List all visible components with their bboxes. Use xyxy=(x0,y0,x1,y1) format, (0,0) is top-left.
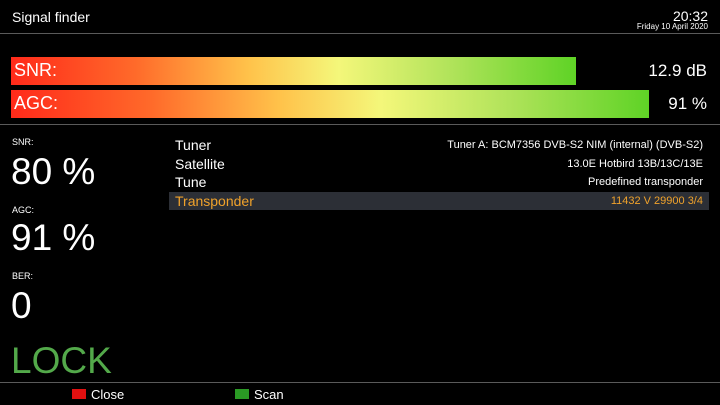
snr-bar: SNR: 12.9 dB xyxy=(11,57,708,85)
info-label: Tune xyxy=(175,174,207,190)
scan-key-label: Scan xyxy=(254,386,284,402)
scan-key[interactable]: Scan xyxy=(235,386,284,402)
agc-bar-fill xyxy=(11,90,649,118)
info-value: 13.0E Hotbird 13B/13C/13E xyxy=(567,157,703,170)
clock-date: Friday 10 April 2020 xyxy=(636,22,708,31)
info-label: Satellite xyxy=(175,155,225,172)
header-divider xyxy=(0,33,720,34)
tuning-info-list: Tuner Tuner A: BCM7356 DVB-S2 NIM (inter… xyxy=(169,136,709,210)
close-key[interactable]: Close xyxy=(72,386,125,402)
snr-bar-label: SNR: xyxy=(14,60,58,80)
green-key-icon xyxy=(235,389,249,399)
screen-title: Signal finder xyxy=(12,9,90,25)
info-label: Transponder xyxy=(175,192,254,209)
ber-metric-label: BER: xyxy=(12,271,34,281)
info-row-tuner[interactable]: Tuner Tuner A: BCM7356 DVB-S2 NIM (inter… xyxy=(169,136,709,155)
lock-status: LOCK xyxy=(11,340,112,381)
snr-metric-label: SNR: xyxy=(12,137,34,147)
red-key-icon xyxy=(72,389,86,399)
snr-bar-fill xyxy=(11,57,576,85)
info-value: 11432 V 29900 3/4 xyxy=(610,194,703,207)
footer-keys: Close Scan xyxy=(0,382,720,405)
info-row-satellite[interactable]: Satellite 13.0E Hotbird 13B/13C/13E xyxy=(169,155,709,174)
agc-bar: AGC: 91 % xyxy=(11,90,708,118)
bars-divider xyxy=(0,124,720,125)
signal-finder-screen: Signal finder 20:32 Friday 10 April 2020… xyxy=(0,0,720,405)
agc-bar-value: 91 % xyxy=(668,94,707,113)
info-row-transponder[interactable]: Transponder 11432 V 29900 3/4 xyxy=(169,191,709,210)
snr-metric-value: 80 % xyxy=(11,151,96,192)
info-row-tune[interactable]: Tune Predefined transponder xyxy=(169,173,709,192)
agc-metric-value: 91 % xyxy=(11,217,96,258)
info-value: Predefined transponder xyxy=(588,176,703,188)
agc-bar-label: AGC: xyxy=(14,93,59,113)
ber-metric-value: 0 xyxy=(11,285,32,326)
info-value: Tuner A: BCM7356 DVB-S2 NIM (internal) (… xyxy=(447,139,703,151)
info-label: Tuner xyxy=(175,137,212,153)
close-key-label: Close xyxy=(91,386,125,402)
snr-bar-value: 12.9 dB xyxy=(648,61,707,80)
agc-metric-label: AGC: xyxy=(12,205,35,215)
